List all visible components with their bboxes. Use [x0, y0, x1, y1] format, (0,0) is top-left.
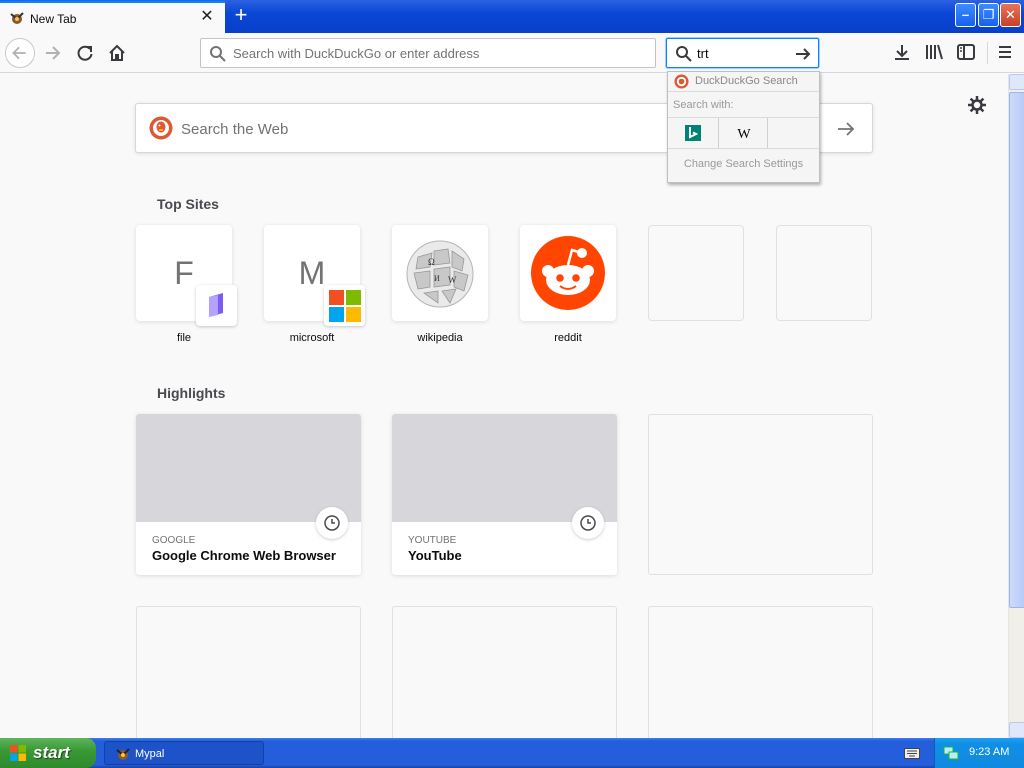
top-site-file[interactable]: F file	[136, 225, 237, 344]
site-tile[interactable]: F	[136, 225, 237, 326]
site-tile[interactable]: Ω W И	[392, 225, 488, 321]
empty-site-tile	[776, 225, 872, 321]
network-icon[interactable]	[943, 745, 959, 761]
top-site-reddit[interactable]: reddit	[520, 225, 616, 344]
taskbar-window-mypal[interactable]: Mypal	[104, 741, 264, 765]
site-tile[interactable]	[520, 225, 616, 321]
microsoft-logo-icon	[329, 290, 361, 322]
empty-highlight-card	[392, 606, 617, 738]
svg-text:Ω: Ω	[428, 257, 435, 267]
reddit-logo-icon	[531, 236, 605, 310]
wikipedia-icon: W	[737, 127, 751, 141]
popup-engine-name: DuckDuckGo Search	[695, 75, 798, 87]
empty-highlight-card	[648, 414, 873, 575]
highlight-title: YouTube	[408, 548, 462, 563]
library-icon[interactable]	[924, 42, 944, 62]
taskbar-window-label: Mypal	[135, 748, 165, 760]
keyboard-icon[interactable]	[904, 746, 920, 760]
popup-current-engine[interactable]: DuckDuckGo Search	[668, 72, 819, 92]
reload-icon[interactable]	[70, 38, 100, 68]
site-label: reddit	[554, 332, 582, 344]
highlight-title: Google Chrome Web Browser	[152, 548, 336, 563]
new-tab-button[interactable]: +	[230, 4, 252, 28]
home-icon[interactable]	[102, 38, 132, 68]
back-icon[interactable]	[5, 38, 35, 68]
top-site-empty	[648, 225, 744, 321]
gear-icon[interactable]	[967, 95, 987, 115]
clock-icon	[316, 507, 348, 539]
search-icon	[676, 46, 692, 62]
hamburger-menu-icon[interactable]	[995, 42, 1015, 62]
arrow-right-icon[interactable]	[836, 119, 856, 139]
duckduckgo-icon	[674, 74, 689, 89]
new-tab-page: Top Sites F file M microsoft	[0, 74, 1008, 738]
mypal-icon	[116, 748, 130, 760]
site-favicon-badge	[196, 285, 237, 326]
close-tab-icon[interactable]: ✕	[199, 9, 215, 25]
start-button[interactable]: start	[0, 738, 96, 768]
forward-icon[interactable]	[38, 38, 68, 68]
maximize-button[interactable]: ❐	[978, 3, 999, 27]
svg-text:W: W	[448, 275, 457, 285]
top-site-microsoft[interactable]: M microsoft	[264, 225, 365, 344]
windows-flag-icon	[10, 745, 26, 761]
search-bar[interactable]	[666, 38, 819, 68]
empty-highlight-card	[136, 606, 361, 738]
address-input[interactable]	[233, 43, 643, 63]
empty-highlight-card	[648, 606, 873, 738]
arrow-right-icon[interactable]	[794, 45, 812, 63]
navigation-toolbar	[0, 33, 1024, 73]
highlight-preview-image	[136, 414, 361, 522]
highlight-preview-image	[392, 414, 617, 522]
vertical-scrollbar[interactable]	[1008, 74, 1024, 738]
highlight-source: YOUTUBE	[408, 535, 457, 546]
highlight-card[interactable]: GOOGLE Google Chrome Web Browser	[136, 414, 361, 575]
wikipedia-globe-icon: Ω W И	[406, 240, 474, 308]
start-label: start	[33, 743, 70, 762]
wikipedia-engine-button[interactable]: W	[718, 118, 768, 148]
highlights-heading: Highlights	[157, 385, 226, 401]
search-suggestions-popup: DuckDuckGo Search Search with: W Change …	[667, 71, 820, 183]
download-icon[interactable]	[892, 42, 912, 62]
site-label: microsoft	[289, 332, 335, 344]
tab-title: New Tab	[30, 12, 77, 26]
duckduckgo-icon	[149, 116, 173, 140]
svg-text:W: W	[737, 127, 751, 141]
system-tray: 9:23 AM	[934, 738, 1024, 768]
clock-icon	[572, 507, 604, 539]
taskbar-clock[interactable]: 9:23 AM	[969, 746, 1009, 758]
sidebar-icon[interactable]	[956, 42, 976, 62]
site-favicon-badge	[324, 285, 365, 326]
toolbar-separator	[987, 42, 988, 64]
highlight-source: GOOGLE	[152, 535, 196, 546]
bing-icon	[685, 125, 701, 141]
top-site-empty	[776, 225, 872, 321]
scroll-up-button[interactable]	[1009, 74, 1024, 90]
minimize-button[interactable]: –	[955, 3, 976, 27]
highlight-card[interactable]: YOUTUBE YouTube	[392, 414, 617, 575]
address-bar[interactable]	[200, 38, 656, 68]
bing-engine-button[interactable]	[668, 118, 718, 148]
taskbar: start Mypal 9:23 AM	[0, 738, 1024, 768]
scroll-down-button[interactable]	[1009, 722, 1024, 738]
top-sites-heading: Top Sites	[157, 196, 219, 212]
site-tile[interactable]: M	[264, 225, 365, 326]
search-with-label: Search with:	[673, 99, 734, 111]
file-favicon-icon	[209, 293, 223, 317]
change-search-settings-link[interactable]: Change Search Settings	[668, 158, 819, 170]
svg-text:И: И	[434, 274, 440, 283]
alternate-engines-row: W	[668, 117, 819, 149]
mypal-favicon-icon	[10, 12, 24, 24]
empty-site-tile	[648, 225, 744, 321]
search-icon	[210, 46, 226, 62]
close-window-button[interactable]: ✕	[1000, 3, 1021, 27]
top-site-wikipedia[interactable]: Ω W И wikipedia	[392, 225, 488, 344]
site-label: wikipedia	[417, 332, 463, 344]
site-label: file	[176, 332, 192, 344]
tab-new-tab[interactable]: New Tab ✕	[0, 1, 225, 33]
scrollbar-thumb[interactable]	[1009, 92, 1024, 608]
title-bar: New Tab ✕ + – ❐ ✕	[0, 0, 1024, 33]
search-input[interactable]	[697, 43, 787, 63]
